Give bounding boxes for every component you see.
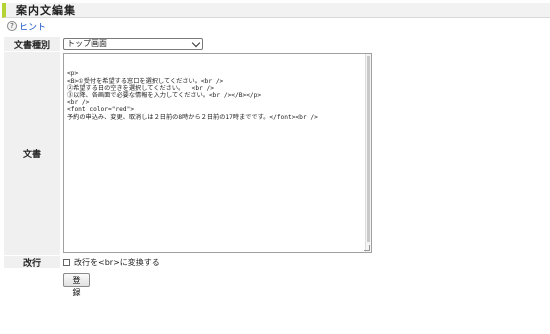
linebreak-checkbox[interactable] (63, 258, 70, 266)
body-textarea[interactable]: <p> <B>①受付を希望する窓口を選択してください。<br /> ②希望する日の空… (63, 53, 372, 253)
body-text-line: ③以降、各画面で必要な情報を入力してください。<br /></B></p> (67, 92, 262, 100)
linebreak-checkbox-label[interactable]: 改行を<br>に変換する (74, 257, 160, 268)
hint-label: ヒント (19, 22, 47, 33)
body-text: <p> <B>①受付を希望する窓口を選択してください。<br /> ②希望する日の空… (67, 70, 368, 120)
resize-grip-icon[interactable] (364, 245, 370, 251)
scrollbar-thumb[interactable] (367, 56, 370, 242)
type-label: 文書種別 (4, 37, 60, 51)
linebreak-label: 改行 (4, 256, 60, 269)
register-button[interactable]: 登録 (63, 273, 90, 297)
form-row-body: 文書 <p> <B>①受付を希望する窓口を選択してください。<br /> ②希望する… (4, 52, 372, 255)
help-icon: ? (7, 21, 17, 31)
page: 案内文編集 ? ヒント 文書種別 トップ画面 文書 <p> <B>①受付を希望する… (0, 0, 550, 334)
hint-link[interactable]: ? ヒント (7, 20, 47, 33)
type-select[interactable]: トップ画面 (63, 38, 203, 50)
body-text-line: <font color="red"> (67, 106, 135, 114)
body-text-line: 予約の申込み、変更、取消しは２日前の8時から２日前の17時までです。</font… (67, 113, 318, 121)
page-title: 案内文編集 (16, 4, 76, 17)
chevron-down-icon (191, 38, 201, 48)
form-row-linebreak: 改行 改行を<br>に変換する (4, 256, 372, 269)
body-text-line: <B>①受付を希望する窓口を選択してください。<br /> (67, 77, 224, 85)
textarea-scrollbar[interactable] (365, 54, 371, 252)
page-header: 案内文編集 (2, 3, 550, 18)
form-row-type: 文書種別 トップ画面 (4, 37, 372, 51)
linebreak-option: 改行を<br>に変換する (63, 257, 160, 267)
type-select-value: トップ画面 (67, 39, 107, 48)
body-text-line: <br /> (67, 99, 90, 107)
body-text-line: <p> (67, 70, 79, 78)
body-text-line: ②希望する日の空きを選択してください。 <br /> (67, 84, 214, 92)
body-label: 文書 (4, 52, 60, 255)
